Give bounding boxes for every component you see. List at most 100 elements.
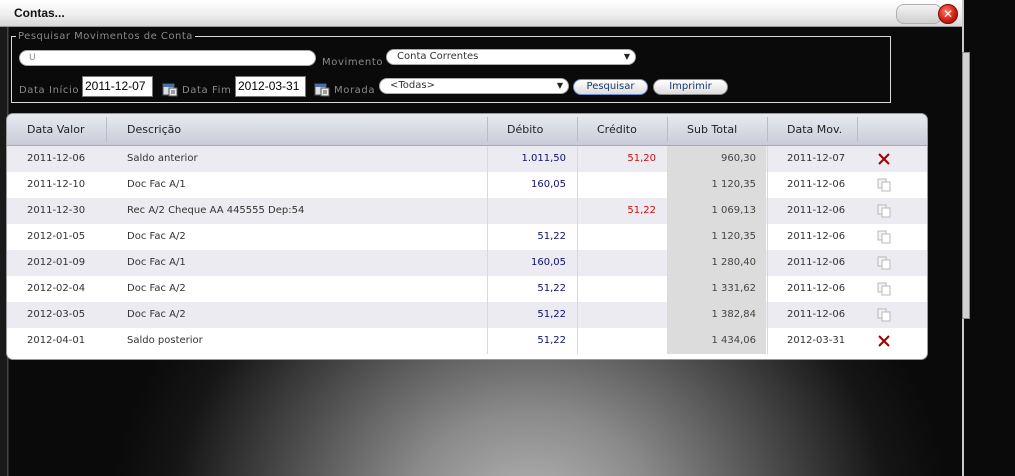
column-header-data-mov[interactable]: Data Mov. — [787, 114, 842, 145]
table-row[interactable]: 2011-12-06 Saldo anterior 1.011,50 51,20 960… — [7, 146, 927, 172]
cell-descricao: Rec A/2 Cheque AA 445555 Dep:54 — [127, 205, 305, 216]
copy-button[interactable] — [867, 198, 901, 224]
cell-divider — [667, 276, 668, 302]
cell-debito: 51,22 — [537, 335, 566, 346]
cell-divider — [667, 146, 668, 172]
copy-button[interactable] — [867, 224, 901, 250]
movimento-label: Movimento — [322, 57, 384, 68]
cell-divider — [577, 172, 578, 198]
delete-icon — [878, 153, 890, 165]
search-text-input[interactable]: U — [19, 50, 316, 66]
cell-divider — [487, 328, 488, 354]
cell-debito: 51,22 — [537, 283, 566, 294]
close-button[interactable]: ✕ — [938, 4, 958, 24]
table-row[interactable]: 2011-12-30 Rec A/2 Cheque AA 445555 Dep:5… — [7, 198, 927, 224]
morada-select-value: <Todas> — [390, 80, 435, 91]
titlebar-tab-decoration — [896, 4, 942, 24]
grid-header: Data Valor Descrição Débito Crédito Sub … — [7, 114, 927, 146]
contas-window: Contas... ✕ Pesquisar Movimentos de Cont… — [0, 0, 964, 476]
cell-divider — [767, 250, 768, 276]
cell-divider — [487, 172, 488, 198]
table-row[interactable]: 2012-04-01 Saldo posterior 51,22 1 434,06 20… — [7, 328, 927, 354]
column-divider — [577, 117, 578, 142]
copy-icon — [877, 256, 891, 270]
copy-button[interactable] — [867, 276, 901, 302]
table-row[interactable]: 2012-01-09 Doc Fac A/1 160,05 1 280,40 2011-… — [7, 250, 927, 276]
cell-data-mov: 2012-03-31 — [787, 335, 846, 346]
data-inicio-label: Data Início — [19, 85, 80, 96]
cell-data-valor: 2012-02-04 — [27, 283, 86, 294]
column-header-sub-total[interactable]: Sub Total — [687, 114, 737, 145]
column-divider — [767, 117, 768, 142]
cell-divider — [667, 328, 668, 354]
cell-sub-total: 1 280,40 — [667, 250, 766, 276]
cell-divider — [577, 276, 578, 302]
background-window-edge — [962, 52, 970, 319]
cell-credito — [577, 302, 666, 328]
movimento-select[interactable]: Conta Correntes ▼ — [386, 49, 636, 65]
search-panel-legend: Pesquisar Movimentos de Conta — [18, 31, 193, 42]
cell-descricao: Doc Fac A/2 — [127, 309, 186, 320]
cell-credito — [577, 250, 666, 276]
cell-divider — [487, 224, 488, 250]
column-header-data-valor[interactable]: Data Valor — [27, 114, 84, 145]
cell-sub-total: 1 120,35 — [667, 224, 766, 250]
copy-icon — [877, 178, 891, 192]
cell-credito — [577, 276, 666, 302]
cell-data-valor: 2012-03-05 — [27, 309, 86, 320]
cell-divider — [767, 276, 768, 302]
imprimir-button[interactable]: Imprimir — [653, 79, 728, 95]
cell-divider — [487, 146, 488, 172]
copy-icon — [877, 204, 891, 218]
table-row[interactable]: 2011-12-10 Doc Fac A/1 160,05 1 120,35 2011-… — [7, 172, 927, 198]
cell-data-valor: 2012-01-09 — [27, 257, 86, 268]
cell-debito — [487, 198, 576, 224]
column-header-descricao[interactable]: Descrição — [127, 114, 181, 145]
pesquisar-button[interactable]: Pesquisar — [573, 79, 648, 95]
cell-divider — [767, 302, 768, 328]
cell-divider — [767, 198, 768, 224]
copy-icon — [877, 230, 891, 244]
cell-divider — [577, 302, 578, 328]
cell-divider — [667, 198, 668, 224]
cell-data-valor: 2011-12-30 — [27, 205, 86, 216]
close-icon: ✕ — [942, 7, 954, 21]
morada-label: Morada — [334, 85, 376, 96]
cell-descricao: Doc Fac A/2 — [127, 231, 186, 242]
table-row[interactable]: 2012-03-05 Doc Fac A/2 51,22 1 382,84 2011-1… — [7, 302, 927, 328]
cell-debito: 51,22 — [537, 309, 566, 320]
calendar-icon[interactable] — [162, 81, 178, 97]
data-inicio-input[interactable]: 2011-12-07 — [82, 76, 153, 97]
movimento-select-value: Conta Correntes — [397, 51, 479, 62]
cell-divider — [577, 328, 578, 354]
cell-sub-total: 960,30 — [667, 146, 766, 172]
cell-divider — [667, 172, 668, 198]
column-header-debito[interactable]: Débito — [507, 114, 543, 145]
table-row[interactable]: 2012-01-05 Doc Fac A/2 51,22 1 120,35 2011-1… — [7, 224, 927, 250]
delete-button[interactable] — [867, 328, 901, 354]
cell-sub-total: 1 120,35 — [667, 172, 766, 198]
delete-button[interactable] — [867, 146, 901, 172]
copy-button[interactable] — [867, 302, 901, 328]
calendar-icon[interactable] — [314, 81, 330, 97]
cell-divider — [767, 146, 768, 172]
column-divider — [106, 117, 107, 142]
cell-divider — [577, 198, 578, 224]
table-row[interactable]: 2012-02-04 Doc Fac A/2 51,22 1 331,62 2011-1… — [7, 276, 927, 302]
copy-button[interactable] — [867, 172, 901, 198]
cell-data-valor: 2012-01-05 — [27, 231, 86, 242]
column-header-credito[interactable]: Crédito — [597, 114, 637, 145]
cell-sub-total: 1 331,62 — [667, 276, 766, 302]
data-fim-input[interactable]: 2012-03-31 — [235, 76, 306, 97]
copy-button[interactable] — [867, 250, 901, 276]
cell-divider — [767, 172, 768, 198]
cell-credito: 51,22 — [627, 205, 656, 216]
cell-divider — [577, 146, 578, 172]
cell-sub-total: 1 069,13 — [667, 198, 766, 224]
morada-select[interactable]: <Todas> ▼ — [379, 78, 569, 94]
movimentos-grid: Data Valor Descrição Débito Crédito Sub … — [7, 114, 927, 359]
cell-sub-total: 1 434,06 — [667, 328, 766, 354]
cell-debito: 1.011,50 — [521, 153, 566, 164]
cell-data-mov: 2011-12-06 — [787, 179, 846, 190]
cell-data-valor: 2011-12-06 — [27, 153, 86, 164]
